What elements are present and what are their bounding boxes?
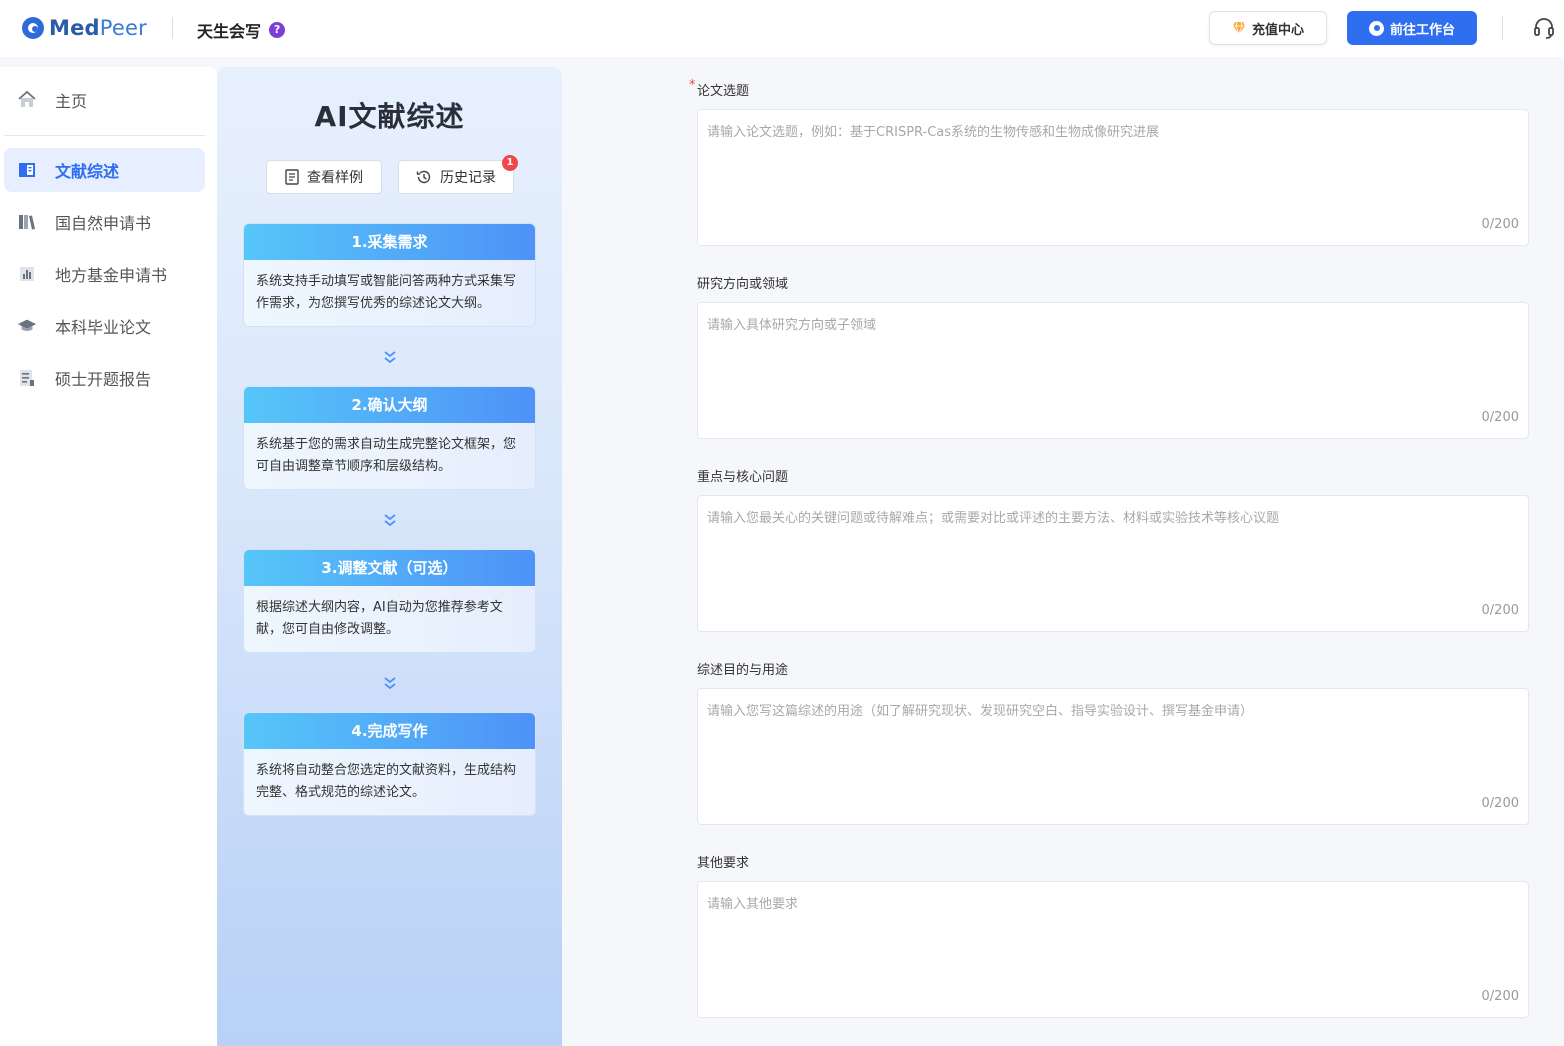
divider [4,135,205,136]
research-direction-label: 研究方向或领域 [697,277,789,292]
char-counter: 0/200 [1481,217,1519,232]
sidebar-item-master-proposal[interactable]: 硕士开题报告 [4,356,205,400]
step-description: 系统将自动整合您选定的文献资料，生成结构完整、格式规范的综述论文。 [256,763,517,800]
key-issues-field: 0/200 [697,495,1529,632]
workflow-panel: AI文献综述 查看样例 历史记录 1 1.采集需求 系统支持手动填写或智能问答两… [217,67,562,1046]
recharge-center-button[interactable]: 充值中心 [1209,11,1327,45]
sidebar-item-label: 主页 [55,92,88,111]
divider [1502,16,1503,40]
step-card-3: 3.调整文献（可选） 根据综述大纲内容，AI自动为您推荐参考文献，您可自由修改调… [243,549,536,653]
research-direction-field: 0/200 [697,302,1529,439]
history-count-badge: 1 [502,155,518,171]
purpose-input[interactable] [698,689,1528,824]
chevron-double-down-icon [384,514,396,527]
history-clock-icon [416,170,431,184]
view-sample-button[interactable]: 查看样例 [266,160,382,194]
customer-service-headset-icon[interactable] [1532,16,1556,40]
step-card-2: 2.确认大纲 系统基于您的需求自动生成完整论文框架，您可自由调整章节顺序和层级结… [243,386,536,490]
help-icon[interactable]: ? [269,22,286,38]
step-description: 根据综述大纲内容，AI自动为您推荐参考文献，您可自由修改调整。 [256,600,503,637]
other-requirements-field: 0/200 [697,881,1529,1018]
char-counter: 0/200 [1481,410,1519,425]
workbench-label: 前往工作台 [1389,22,1455,38]
history-label: 历史记录 [440,170,496,186]
sidebar-item-literature-review[interactable]: 文献综述 [4,148,205,192]
chevron-double-down-icon [384,351,396,364]
sidebar-item-undergraduate-thesis[interactable]: 本科毕业论文 [4,304,205,348]
topic-input[interactable] [698,110,1528,245]
sidebar: 主页 文献综述 国自然申请书 地方基金申请书 本科毕业论文 硕士开题报告 [0,67,217,1046]
purpose-field: 0/200 [697,688,1529,825]
medpeer-logo-icon [22,17,44,39]
purpose-label: 综述目的与用途 [697,663,789,678]
top-bar: MedPeer 天生会写 ? 充值中心 前往工作台 [0,0,1564,57]
key-issues-input[interactable] [698,496,1528,631]
document-icon [285,169,299,185]
other-requirements-label: 其他要求 [697,856,750,871]
graduation-cap-icon [17,316,37,336]
step-title: 4.完成写作 [244,713,535,749]
step-card-1: 1.采集需求 系统支持手动填写或智能问答两种方式采集写作需求，为您撰写优秀的综述… [243,223,536,327]
sidebar-item-nsfc-application[interactable]: 国自然申请书 [4,200,205,244]
books-icon [17,212,37,232]
medpeer-logo[interactable]: MedPeer [22,14,147,42]
product-name: 天生会写 ? [197,18,286,42]
step-card-4: 4.完成写作 系统将自动整合您选定的文献资料，生成结构完整、格式规范的综述论文。 [243,712,536,816]
go-to-workbench-button[interactable]: 前往工作台 [1347,11,1477,45]
workbench-icon [1368,20,1384,36]
required-marker: * [689,78,696,93]
sidebar-item-label: 本科毕业论文 [55,318,152,337]
chart-icon [17,264,37,284]
step-title: 3.调整文献（可选） [244,550,535,586]
char-counter: 0/200 [1481,989,1519,1004]
topic-field: 0/200 [697,109,1529,246]
step-description: 系统支持手动填写或智能问答两种方式采集写作需求，为您撰写优秀的综述论文大纲。 [256,274,517,311]
sidebar-item-label: 文献综述 [55,162,120,181]
home-icon [17,90,37,110]
key-issues-label: 重点与核心问题 [697,470,789,485]
step-title: 2.确认大纲 [244,387,535,423]
step-description: 系统基于您的需求自动生成完整论文框架，您可自由调整章节顺序和层级结构。 [256,437,517,474]
sidebar-item-home[interactable]: 主页 [4,78,205,122]
char-counter: 0/200 [1481,603,1519,618]
sidebar-item-label: 国自然申请书 [55,214,152,233]
sidebar-item-label: 地方基金申请书 [55,266,168,285]
other-requirements-input[interactable] [698,882,1528,1017]
panel-title: AI文献综述 [314,100,465,133]
research-direction-input[interactable] [698,303,1528,438]
history-button[interactable]: 历史记录 [398,160,514,194]
chevron-double-down-icon [384,677,396,690]
sidebar-item-label: 硕士开题报告 [55,370,152,389]
view-sample-label: 查看样例 [307,170,363,186]
char-counter: 0/200 [1481,796,1519,811]
logo-text: MedPeer [49,16,147,40]
report-icon [17,368,37,388]
recharge-label: 充值中心 [1251,22,1304,38]
divider [172,17,173,39]
step-title: 1.采集需求 [244,224,535,260]
literature-icon [17,160,37,180]
sidebar-item-local-fund-application[interactable]: 地方基金申请书 [4,252,205,296]
diamond-icon [1232,21,1245,35]
topic-label: 论文选题 [697,84,750,99]
brand-label: 天生会写 [197,22,262,41]
